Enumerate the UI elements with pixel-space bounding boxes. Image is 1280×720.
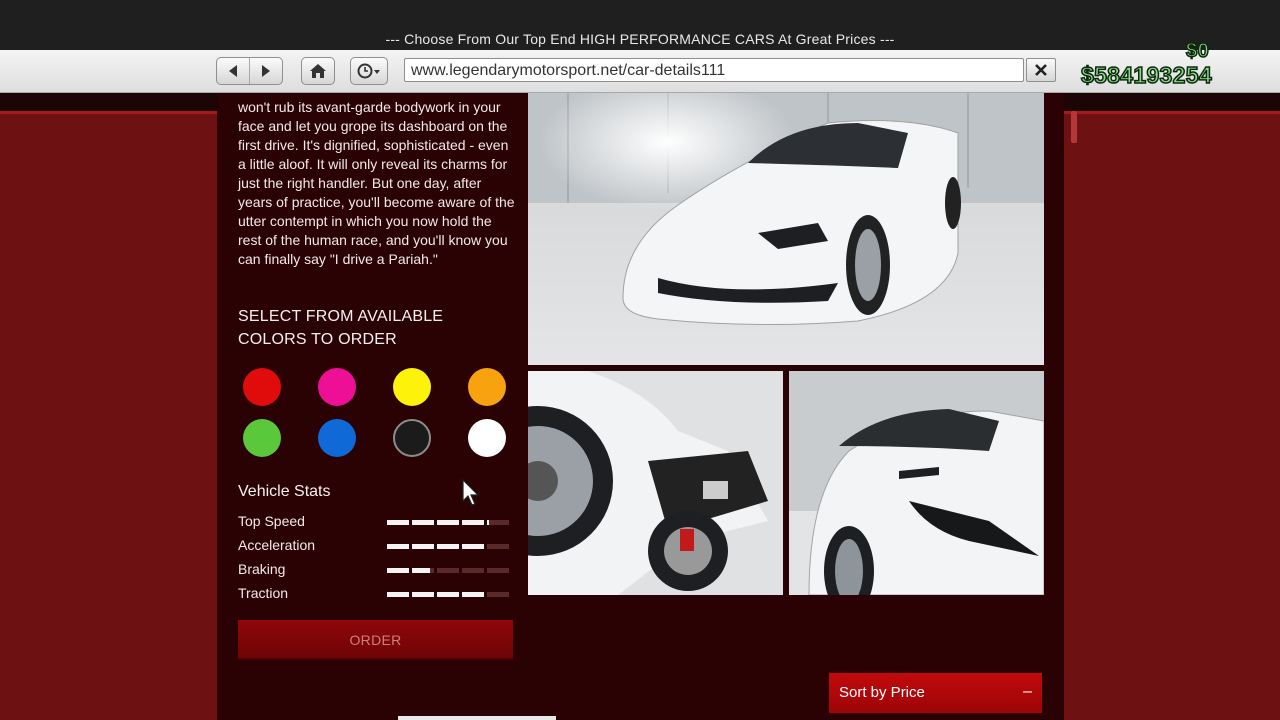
color-swatch-blue[interactable] [318, 419, 356, 457]
stat-label: Acceleration [238, 537, 316, 553]
stat-segment-fill [412, 592, 434, 597]
color-swatch-green[interactable] [243, 419, 281, 457]
order-button[interactable]: ORDER [238, 620, 513, 660]
stat-segment-fill [462, 544, 484, 549]
color-swatch-black[interactable] [393, 419, 431, 457]
stat-bar-top-speed [387, 520, 512, 525]
close-icon [1035, 64, 1047, 76]
sort-by-price-button[interactable]: Sort by Price – [829, 673, 1042, 713]
stat-label: Braking [238, 561, 286, 577]
car-main-image[interactable] [528, 93, 1044, 365]
clock-icon [357, 63, 380, 79]
stat-label: Top Speed [238, 513, 305, 529]
back-button[interactable] [217, 58, 249, 84]
bank-balance: $584193254 [1080, 61, 1212, 89]
forward-button[interactable] [249, 58, 282, 84]
stat-segment-fill [387, 544, 409, 549]
home-icon [310, 64, 326, 78]
color-swatch-red[interactable] [243, 368, 281, 406]
stat-segment [437, 568, 459, 573]
stat-row: Traction [238, 585, 518, 603]
colors-heading: SELECT FROM AVAILABLE COLORS TO ORDER [238, 308, 444, 348]
car-detail-image-rear[interactable] [528, 371, 783, 595]
collapse-icon: – [1023, 683, 1032, 700]
stats-heading: Vehicle Stats [238, 483, 331, 500]
stat-segment [487, 544, 509, 549]
close-button[interactable] [1026, 58, 1056, 82]
window-title-bar: --- Choose From Our Top End HIGH PERFORM… [0, 0, 1280, 50]
history-group [350, 57, 388, 85]
stat-segment-fill [462, 520, 484, 525]
stat-segment-fill [387, 592, 409, 597]
car-detail-image-headlight[interactable] [789, 371, 1044, 595]
vehicle-description: won't rub its avant-garde bodywork in yo… [238, 99, 515, 267]
sort-label: Sort by Price [839, 684, 925, 701]
url-input[interactable]: www.legendarymotorsport.net/car-details1… [404, 58, 1024, 82]
stat-segment-fill [437, 544, 459, 549]
stat-segment [487, 520, 509, 525]
stat-segment-fill [487, 520, 490, 525]
forward-arrow-icon [262, 65, 270, 77]
stat-segment [462, 568, 484, 573]
mouse-cursor-icon [462, 479, 480, 506]
color-swatch-orange[interactable] [468, 368, 506, 406]
stat-row: Top Speed [238, 513, 518, 531]
stat-label: Traction [238, 585, 289, 601]
stat-segment-fill [412, 568, 430, 573]
back-arrow-icon [229, 65, 237, 77]
window-title: --- Choose From Our Top End HIGH PERFORM… [385, 31, 895, 47]
home-group [301, 57, 335, 85]
stat-row: Acceleration [238, 537, 518, 555]
wallet-balance: $0 [1185, 39, 1210, 63]
stat-segment-fill [437, 520, 459, 525]
stat-bar-braking [387, 568, 512, 573]
bottom-tab-indicator [398, 716, 556, 720]
stat-segment-fill [412, 520, 434, 525]
nav-buttons [216, 57, 283, 85]
stat-segment-fill [412, 544, 434, 549]
stat-row: Braking [238, 561, 518, 579]
stat-segment [487, 568, 509, 573]
stat-segment-fill [387, 520, 409, 525]
stat-bar-acceleration [387, 544, 512, 549]
history-button[interactable] [351, 58, 387, 84]
home-button[interactable] [302, 58, 334, 84]
scrollbar-thumb[interactable] [1071, 111, 1077, 143]
stat-segment-fill [387, 568, 409, 573]
color-swatch-white[interactable] [468, 419, 506, 457]
color-swatch-pink[interactable] [318, 368, 356, 406]
stat-segment [487, 592, 509, 597]
stat-bar-traction [387, 592, 512, 597]
stat-segment-fill [462, 592, 484, 597]
color-swatch-yellow[interactable] [393, 368, 431, 406]
stat-segment-fill [437, 592, 459, 597]
